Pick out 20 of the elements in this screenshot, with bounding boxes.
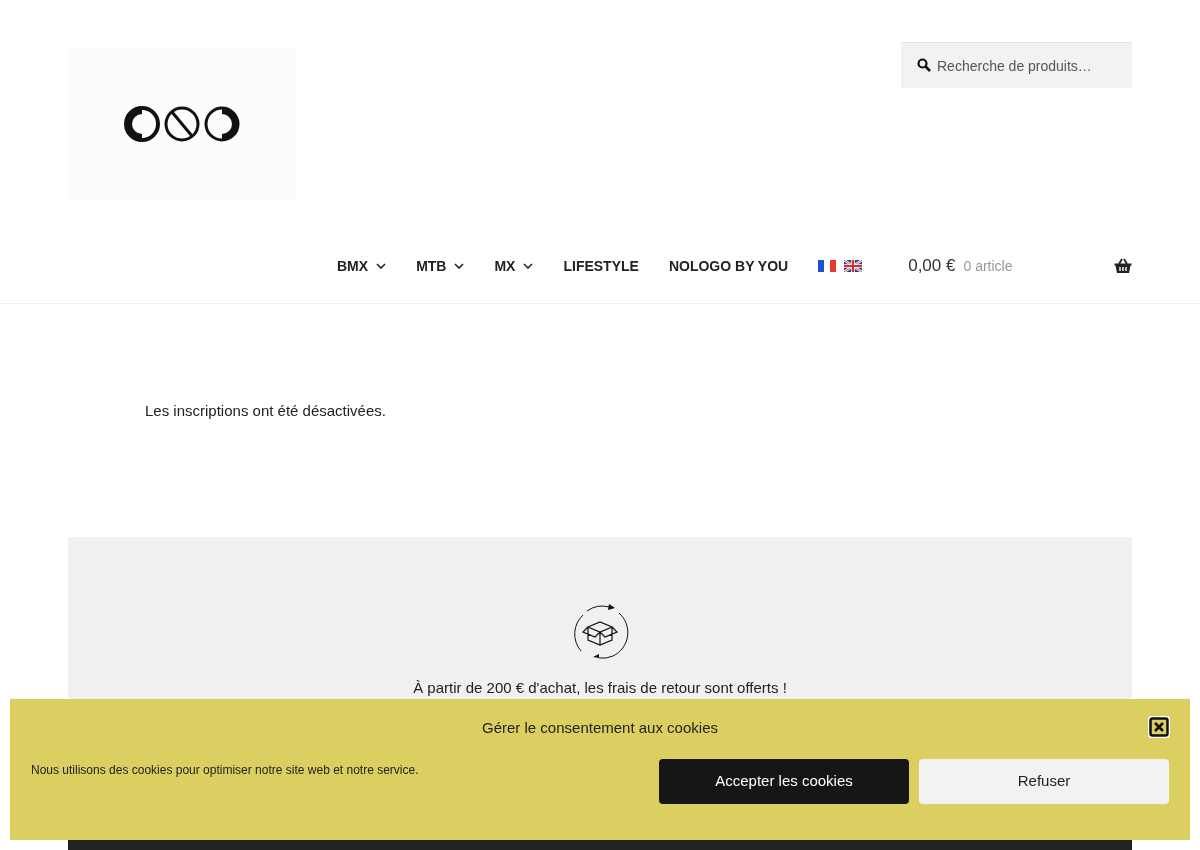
nav-link[interactable]: MTB xyxy=(416,255,465,277)
british-flag-icon[interactable] xyxy=(844,260,863,272)
french-flag-icon[interactable] xyxy=(818,260,837,272)
cookie-message: Nous utilisons des cookies pour optimiser notre site web et notre service. xyxy=(31,762,419,779)
notice-text: Les inscriptions ont été désactivées. xyxy=(145,401,387,421)
cookie-banner-title: Gérer le consentement aux cookies xyxy=(481,718,719,738)
cart-total[interactable]: 0,00 € xyxy=(908,253,956,279)
basket-icon[interactable] xyxy=(1114,258,1132,274)
logo-icon xyxy=(122,104,242,144)
returns-text: À partir de 200 € d'achat, les frais de retour sont offerts ! xyxy=(413,677,787,698)
close-button[interactable] xyxy=(1148,716,1170,738)
nav-link[interactable]: BMX xyxy=(337,255,387,277)
nav-link[interactable]: MX xyxy=(494,255,534,277)
decline-button[interactable]: Refuser xyxy=(919,759,1169,804)
search-icon xyxy=(917,58,931,72)
close-icon xyxy=(1149,717,1169,737)
accept-button[interactable]: Accepter les cookies xyxy=(659,759,909,804)
nav-link[interactable]: NOLOGO BY YOU xyxy=(668,255,789,277)
search-field[interactable]: Recherche de produits… xyxy=(901,42,1132,88)
nav-link[interactable]: LIFESTYLE xyxy=(563,255,639,277)
